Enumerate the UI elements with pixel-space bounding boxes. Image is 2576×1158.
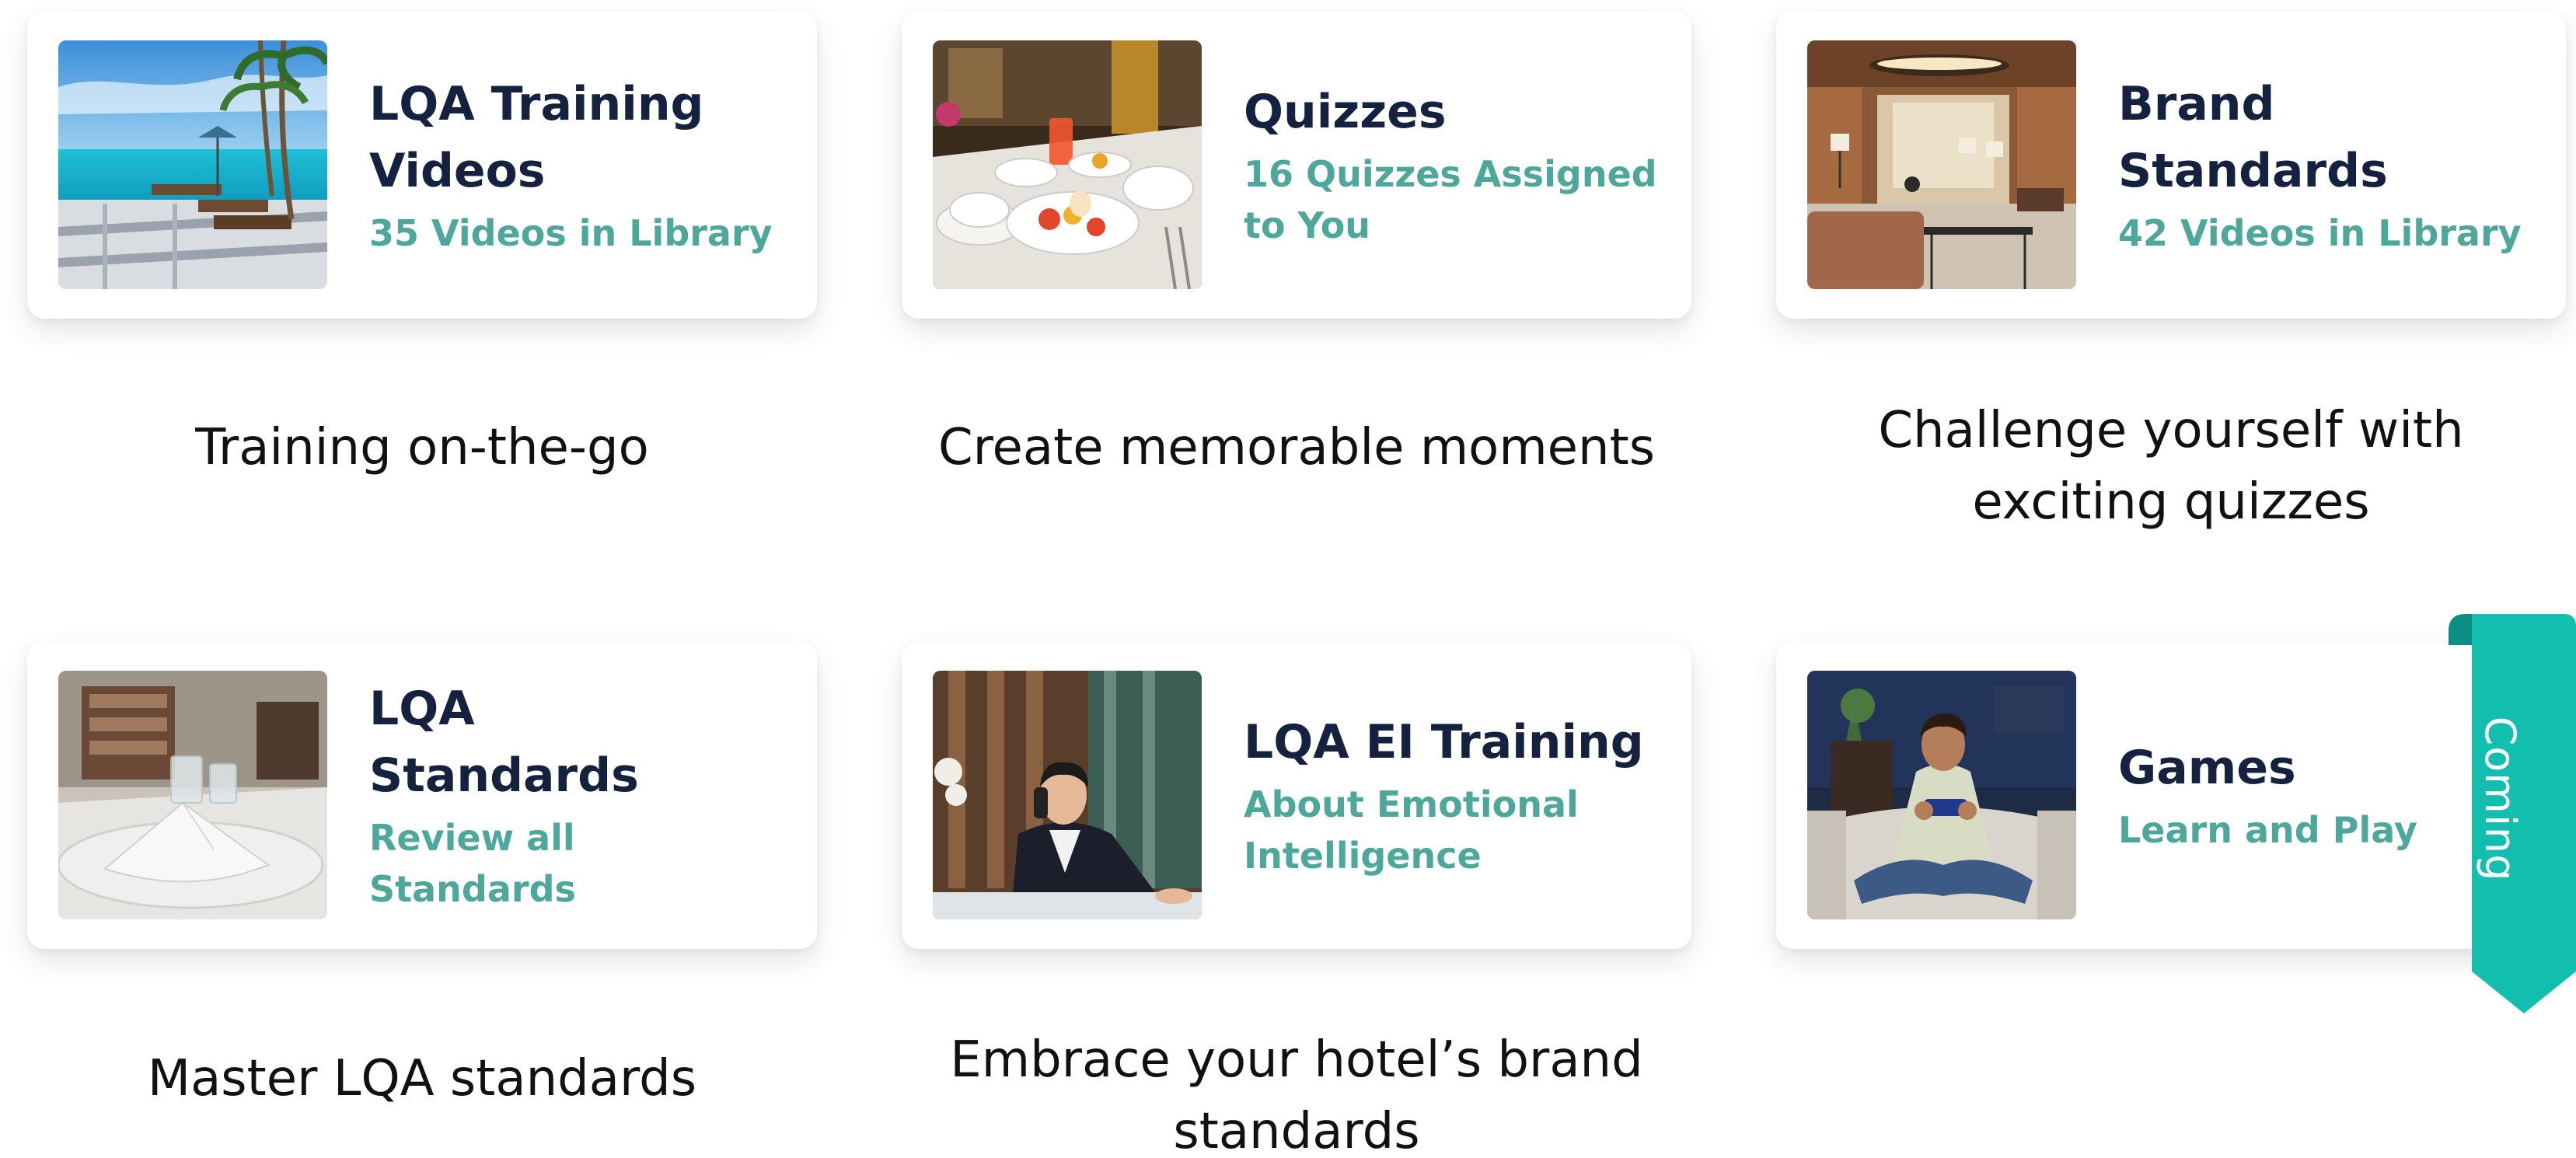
card-subtitle: Review all Standards xyxy=(369,817,576,910)
card-title: Brand Standards xyxy=(2118,77,2388,198)
card-subtitle: 35 Videos in Library xyxy=(369,212,773,254)
breakfast-table-photo xyxy=(933,40,1202,289)
resort-pool-beach-photo xyxy=(58,40,327,289)
caption-training-on-the-go: Training on-the-go xyxy=(195,419,649,476)
caption-challenge-yourself: Challenge yourself with exciting quizzes xyxy=(1878,402,2464,531)
card-subtitle: 16 Quizzes Assigned to You xyxy=(1244,153,1657,246)
card-brand-standards[interactable]: Brand Standards 42 Videos in Library xyxy=(1776,11,2566,319)
caption-embrace-brand-standards: Embrace your hotel’s brand standards xyxy=(950,1031,1643,1158)
card-title: Quizzes xyxy=(1244,85,1447,139)
card-title: LQA EI Training xyxy=(1244,715,1644,769)
caption-master-lqa-standards: Master LQA standards xyxy=(147,1050,697,1107)
card-title: LQA Training Videos xyxy=(369,77,704,198)
coming-soon-label: Coming soon xyxy=(2421,716,2525,882)
card-lqa-training-videos[interactable]: LQA Training Videos 35 Videos in Library xyxy=(27,11,817,319)
card-title: LQA Standards xyxy=(369,682,639,803)
caption-create-memorable-moments: Create memorable moments xyxy=(937,419,1656,476)
card-lqa-standards[interactable]: LQA Standards Review all Standards xyxy=(27,641,817,949)
table-setting-napkin-photo xyxy=(58,671,327,919)
receptionist-phone-photo xyxy=(933,671,1202,919)
person-playing-game-photo xyxy=(1807,671,2076,919)
card-quizzes[interactable]: Quizzes 16 Quizzes Assigned to You xyxy=(902,11,1691,319)
hotel-lobby-photo xyxy=(1807,40,2076,289)
card-subtitle: 42 Videos in Library xyxy=(2118,212,2522,254)
coming-soon-ribbon: Coming soon xyxy=(2421,614,2576,1013)
card-subtitle: About Emotional Intelligence xyxy=(1244,783,1579,877)
card-lqa-ei-training[interactable]: LQA EI Training About Emotional Intellig… xyxy=(902,641,1691,949)
